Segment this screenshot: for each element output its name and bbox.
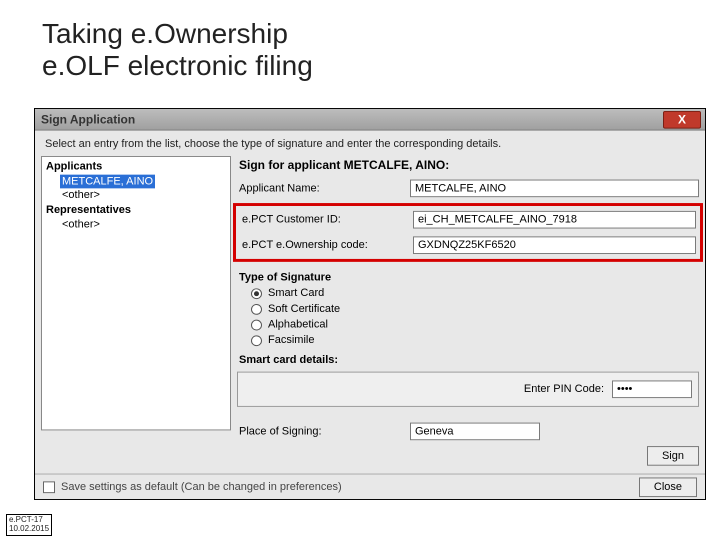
instruction-text: Select an entry from the list, choose th… xyxy=(35,131,705,156)
place-label: Place of Signing: xyxy=(237,426,402,438)
radio-icon xyxy=(251,319,262,330)
radio-icon xyxy=(251,304,262,315)
customer-id-row: e.PCT Customer ID: xyxy=(240,209,696,231)
radio-label: Alphabetical xyxy=(268,319,328,331)
applicant-name-row: Applicant Name: xyxy=(237,180,699,198)
radio-label: Facsimile xyxy=(268,334,314,346)
tree-item-other[interactable]: <other> xyxy=(60,188,226,202)
radio-label: Smart Card xyxy=(268,287,324,299)
close-button[interactable]: Close xyxy=(639,477,697,497)
slide-title: Taking e.Ownership e.OLF electronic fili… xyxy=(0,0,720,82)
ownership-code-label: e.PCT e.Ownership code: xyxy=(240,239,405,251)
applicant-name-label: Applicant Name: xyxy=(237,182,402,194)
sign-heading: Sign for applicant METCALFE, AINO: xyxy=(237,156,699,176)
radio-icon xyxy=(251,335,262,346)
ownership-code-field[interactable] xyxy=(413,236,696,254)
ownership-code-row: e.PCT e.Ownership code: xyxy=(240,234,696,256)
save-default-row[interactable]: Save settings as default (Can be changed… xyxy=(43,481,342,493)
radio-smart-card[interactable]: Smart Card xyxy=(237,287,699,299)
pin-field[interactable] xyxy=(612,380,692,398)
radio-alphabetical[interactable]: Alphabetical xyxy=(237,319,699,331)
tree-item-applicant[interactable]: METCALFE, AINO xyxy=(60,175,155,189)
radio-soft-cert[interactable]: Soft Certificate xyxy=(237,303,699,315)
footer-date: 10.02.2015 xyxy=(9,525,49,534)
type-label: Type of Signature xyxy=(237,268,699,284)
smart-card-details: Enter PIN Code: xyxy=(237,372,699,407)
left-panel: Applicants METCALFE, AINO <other> Repres… xyxy=(41,156,231,460)
party-tree[interactable]: Applicants METCALFE, AINO <other> Repres… xyxy=(41,156,231,430)
highlight-region: e.PCT Customer ID: e.PCT e.Ownership cod… xyxy=(233,203,703,262)
slide-footer: e.PCT-17 10.02.2015 xyxy=(6,514,52,536)
details-label: Smart card details: xyxy=(237,350,699,366)
save-default-label: Save settings as default (Can be changed… xyxy=(61,481,342,493)
close-icon[interactable]: X xyxy=(663,111,701,129)
sign-button[interactable]: Sign xyxy=(647,446,699,466)
title-line-2: e.OLF electronic filing xyxy=(42,50,720,82)
radio-label: Soft Certificate xyxy=(268,303,340,315)
dialog-window: Sign Application X Select an entry from … xyxy=(34,108,706,500)
title-line-1: Taking e.Ownership xyxy=(42,18,720,50)
place-field[interactable] xyxy=(410,423,540,441)
checkbox-icon[interactable] xyxy=(43,481,55,493)
window-title: Sign Application xyxy=(41,112,135,126)
applicant-name-field[interactable] xyxy=(410,180,699,198)
pin-label: Enter PIN Code: xyxy=(524,383,604,395)
bottom-bar: Save settings as default (Can be changed… xyxy=(35,474,705,499)
tree-item-other-rep[interactable]: <other> xyxy=(60,218,226,232)
right-panel: Sign for applicant METCALFE, AINO: Appli… xyxy=(237,156,699,460)
applicants-header: Applicants xyxy=(46,161,226,173)
customer-id-label: e.PCT Customer ID: xyxy=(240,214,405,226)
titlebar: Sign Application X xyxy=(35,109,705,131)
radio-icon xyxy=(251,288,262,299)
place-row: Place of Signing: xyxy=(237,423,699,441)
representatives-header: Representatives xyxy=(46,204,226,216)
radio-facsimile[interactable]: Facsimile xyxy=(237,334,699,346)
customer-id-field[interactable] xyxy=(413,211,696,229)
